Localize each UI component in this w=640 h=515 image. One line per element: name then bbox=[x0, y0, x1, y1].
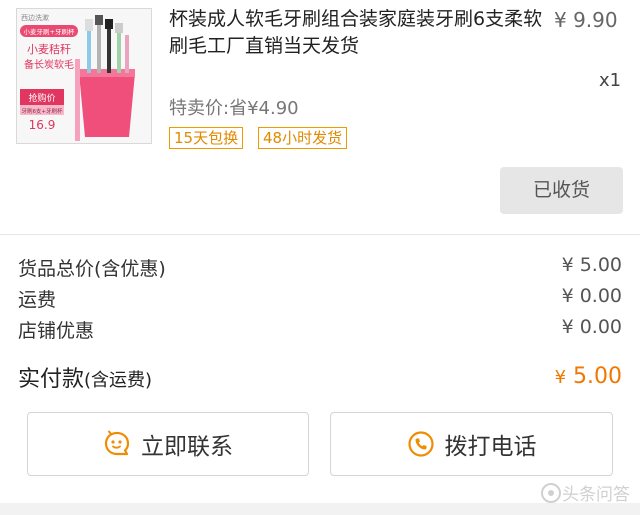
brand-text: 西边洗漱 bbox=[21, 13, 49, 22]
chat-bubble-icon bbox=[104, 430, 130, 456]
received-status-button[interactable]: 已收货 bbox=[500, 167, 623, 214]
product-thumbnail[interactable]: 西边洗漱 小麦牙刷+牙刷杯 小麦秸秆 备长炭软毛 抢购价 牙刷6支+牙刷杯 16… bbox=[16, 8, 152, 144]
store-discount-label: 店铺优惠 bbox=[18, 320, 95, 342]
section-divider bbox=[0, 234, 640, 235]
promo-price: 16.9 bbox=[29, 118, 56, 132]
product-quantity: x1 bbox=[599, 70, 622, 91]
amount-paid-label-note: (含运费) bbox=[84, 370, 153, 391]
contact-now-button[interactable]: 立即联系 bbox=[27, 412, 309, 476]
watermark-logo-icon bbox=[541, 482, 561, 503]
amount-paid-currency: ¥ bbox=[554, 367, 567, 388]
goods-total-value: ¥ 5.00 bbox=[561, 254, 622, 276]
sale-price: 特卖价:省¥4.90 bbox=[169, 98, 299, 119]
promo-sub: 牙刷6支+牙刷杯 bbox=[21, 107, 63, 115]
call-button[interactable]: 拨打电话 bbox=[330, 412, 613, 476]
product-title[interactable]: 杯装成人软毛牙刷组合装家庭装牙刷6支柔软刷毛工厂直销当天发货 bbox=[169, 6, 549, 60]
amount-paid-label-main: 实付款 bbox=[18, 367, 85, 392]
tag-return-policy: 15天包换 bbox=[169, 127, 244, 149]
watermark-text: 头条问答 bbox=[562, 485, 630, 505]
product-image: 西边洗漱 小麦牙刷+牙刷杯 小麦秸秆 备长炭软毛 抢购价 牙刷6支+牙刷杯 16… bbox=[17, 9, 151, 143]
tag-shipping: 48小时发货 bbox=[258, 127, 348, 149]
headline-2: 备长炭软毛 bbox=[24, 58, 74, 71]
promo-label: 抢购价 bbox=[28, 92, 55, 104]
amount-paid-amount: 5.00 bbox=[573, 364, 622, 389]
product-price: ¥ 9.90 bbox=[554, 8, 618, 32]
phone-icon bbox=[407, 431, 434, 457]
call-label: 拨打电话 bbox=[444, 434, 537, 460]
headline-1: 小麦秸秆 bbox=[27, 43, 71, 56]
shipping-label: 运费 bbox=[18, 289, 57, 311]
store-discount-value: ¥ 0.00 bbox=[561, 316, 622, 338]
banner-text: 小麦牙刷+牙刷杯 bbox=[24, 27, 75, 36]
watermark: 头条问答 bbox=[540, 480, 630, 505]
goods-total-label: 货品总价(含优惠) bbox=[18, 258, 166, 280]
contact-now-label: 立即联系 bbox=[141, 434, 233, 460]
amount-paid-value: ¥ 5.00 bbox=[555, 364, 622, 389]
shipping-value: ¥ 0.00 bbox=[561, 285, 622, 307]
amount-paid-label: 实付款(含运费) bbox=[18, 361, 152, 393]
